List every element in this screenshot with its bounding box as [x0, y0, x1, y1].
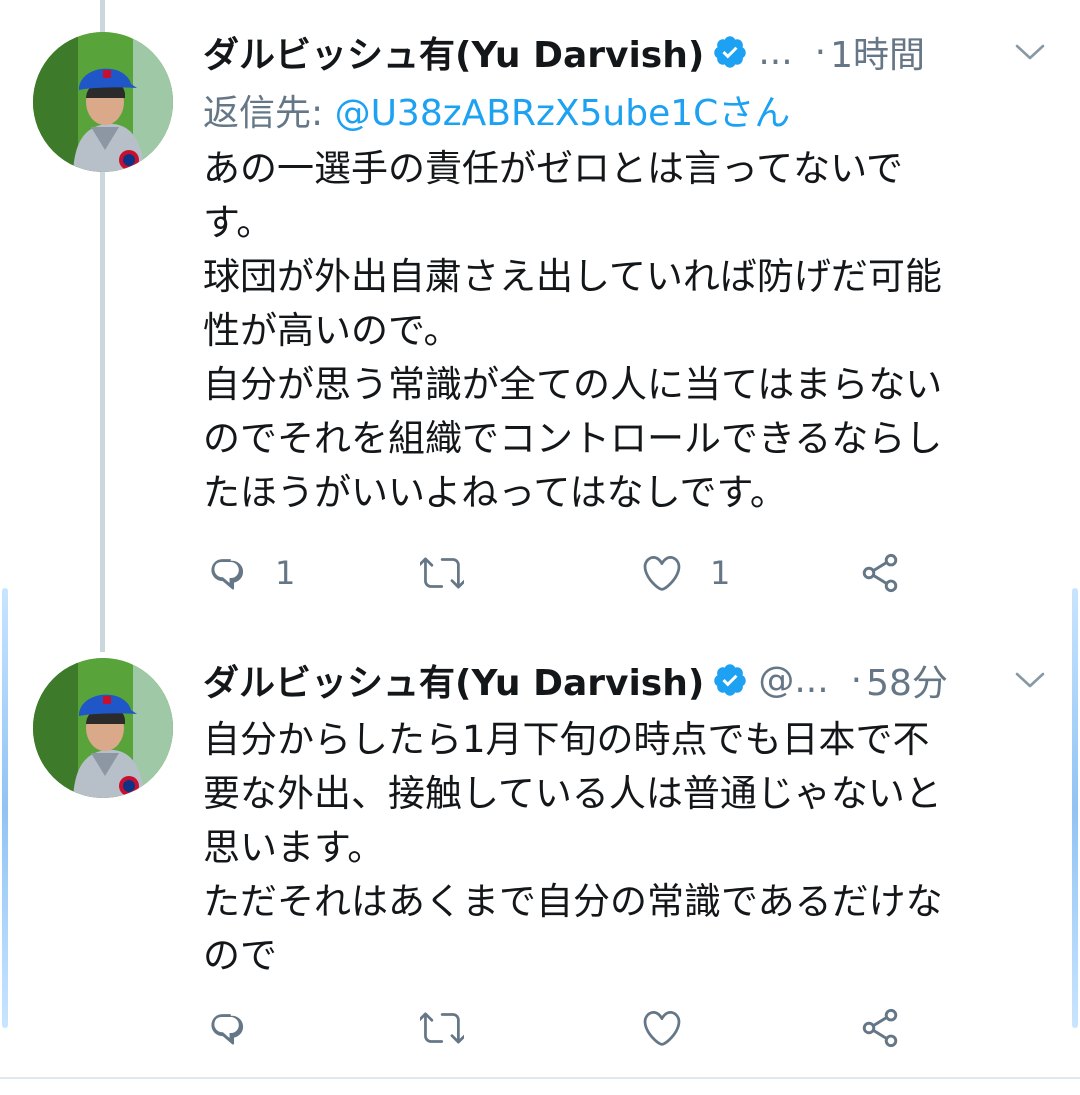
tweet-actions [0, 998, 1080, 1058]
tweet-text-line: 自分からしたら1月下旬の時点でも日本で不 [203, 718, 930, 761]
reply-icon [205, 1006, 249, 1050]
tweet-text-line: 要な外出、接触している人は普通じゃないと [203, 772, 942, 815]
tweet-text-line: 球団が外出自粛さえ出していれば防げだ可能 [203, 255, 942, 298]
tweet-text-line: 性が高いので。 [203, 309, 461, 352]
reply-button[interactable]: 1 [205, 543, 295, 603]
tweet-actions: 1 1 [0, 543, 1080, 603]
tweet-text-line: 自分が思う常識が全ての人に当てはまらない [203, 363, 943, 406]
tweet-header: ダルビッシュ有(Yu Darvish) ... · 1時間 [203, 27, 1060, 77]
chevron-down-icon[interactable] [1014, 669, 1046, 691]
heart-icon [640, 1006, 684, 1050]
tweet-text-line: のでそれを組織でコントロールできるならし [203, 417, 943, 460]
timestamp[interactable]: 58分 [866, 654, 948, 706]
retweet-button[interactable] [420, 998, 464, 1058]
timestamp[interactable]: 1時間 [830, 26, 925, 78]
share-icon [858, 551, 902, 595]
edge-glow-left [2, 588, 8, 1028]
tweet-text-line: ただそれはあくまで自分の常識であるだけな [203, 880, 943, 923]
tweet-header: ダルビッシュ有(Yu Darvish) @... · 58分 [203, 655, 1060, 705]
share-icon [858, 1006, 902, 1050]
display-name[interactable]: ダルビッシュ有(Yu Darvish) [203, 654, 704, 706]
avatar[interactable] [33, 32, 173, 172]
like-button[interactable]: 1 [640, 543, 730, 603]
tweet-text: 自分からしたら1月下旬の時点でも日本で不 要な外出、接触している人は普通じゃない… [203, 713, 1053, 983]
reply-count: 1 [275, 554, 296, 592]
tweet-text-line: す。 [203, 201, 274, 244]
handle[interactable]: ... [758, 32, 792, 73]
retweet-icon [420, 551, 464, 595]
tweet-text-line: 思います。 [203, 826, 385, 869]
reply-to-prefix: 返信先: [203, 93, 335, 134]
chevron-down-icon[interactable] [1014, 41, 1046, 63]
display-name[interactable]: ダルビッシュ有(Yu Darvish) [203, 26, 704, 78]
divider [0, 1077, 1080, 1079]
tweet-text-line: あの一選手の責任がゼロとは言ってないで [203, 147, 904, 190]
like-count: 1 [710, 554, 731, 592]
share-button[interactable] [858, 998, 902, 1058]
reply-to: 返信先: @U38zABRzX5ube1Cさん [203, 84, 790, 136]
tweet-text: あの一選手の責任がゼロとは言ってないで す。 球団が外出自粛さえ出していれば防げ… [203, 142, 1053, 520]
edge-glow-right [1072, 588, 1078, 1028]
heart-icon [640, 551, 684, 595]
verified-badge-icon [714, 36, 747, 68]
separator-dot: · [850, 659, 863, 701]
separator-dot: · [814, 31, 827, 73]
tweet-text-line: たほうがいいよねってはなしです。 [203, 471, 787, 514]
reply-mention-link[interactable]: @U38zABRzX5ube1Cさん [335, 93, 791, 134]
reply-icon [205, 551, 249, 595]
reply-button[interactable] [205, 998, 249, 1058]
handle[interactable]: @... [758, 660, 828, 701]
like-button[interactable] [640, 998, 684, 1058]
retweet-button[interactable] [420, 543, 464, 603]
share-button[interactable] [858, 543, 902, 603]
verified-badge-icon [714, 664, 747, 696]
avatar[interactable] [33, 658, 173, 798]
retweet-icon [420, 1006, 464, 1050]
tweet-text-line: ので [203, 934, 277, 977]
